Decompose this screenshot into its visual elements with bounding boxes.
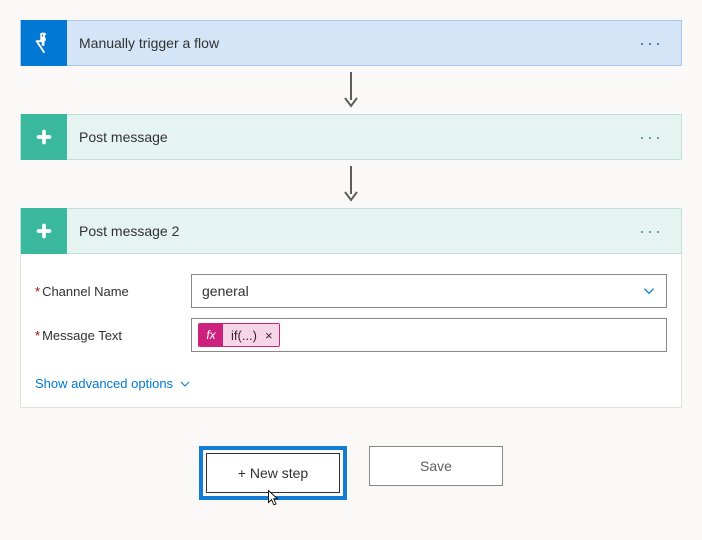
trigger-icon bbox=[21, 20, 67, 66]
new-step-button[interactable]: + New step bbox=[206, 453, 340, 493]
cursor-icon bbox=[264, 488, 282, 508]
expression-token-label: if(...) bbox=[223, 324, 265, 346]
message-text-input[interactable]: fx if(...) × bbox=[191, 318, 667, 352]
connector-arrow-1 bbox=[20, 66, 682, 114]
chevron-down-icon bbox=[179, 378, 191, 390]
action2-menu-button[interactable]: ··· bbox=[633, 217, 669, 246]
new-step-focus-ring: + New step bbox=[199, 446, 347, 500]
expression-token[interactable]: fx if(...) × bbox=[198, 323, 280, 347]
slack-icon bbox=[21, 208, 67, 254]
action2-body: *Channel Name general *Message Text fx i… bbox=[20, 254, 682, 408]
button-row: + New step Save bbox=[20, 446, 682, 500]
trigger-menu-button[interactable]: ··· bbox=[633, 29, 669, 58]
fx-icon: fx bbox=[199, 324, 223, 346]
message-text-label: *Message Text bbox=[35, 328, 191, 343]
action1-menu-button[interactable]: ··· bbox=[633, 123, 669, 152]
channel-name-row: *Channel Name general bbox=[35, 274, 667, 308]
trigger-title: Manually trigger a flow bbox=[79, 35, 633, 51]
connector-arrow-2 bbox=[20, 160, 682, 208]
channel-name-label: *Channel Name bbox=[35, 284, 191, 299]
action1-card[interactable]: Post message ··· bbox=[20, 114, 682, 160]
save-button[interactable]: Save bbox=[369, 446, 503, 486]
slack-icon bbox=[21, 114, 67, 160]
action1-title: Post message bbox=[79, 129, 633, 145]
action2-header[interactable]: Post message 2 ··· bbox=[20, 208, 682, 254]
token-remove-button[interactable]: × bbox=[265, 324, 279, 346]
action2-title: Post message 2 bbox=[79, 223, 633, 239]
show-advanced-options-link[interactable]: Show advanced options bbox=[35, 376, 191, 391]
channel-name-value: general bbox=[202, 283, 249, 299]
channel-name-select[interactable]: general bbox=[191, 274, 667, 308]
trigger-card[interactable]: Manually trigger a flow ··· bbox=[20, 20, 682, 66]
message-text-row: *Message Text fx if(...) × bbox=[35, 318, 667, 352]
chevron-down-icon bbox=[642, 284, 656, 298]
